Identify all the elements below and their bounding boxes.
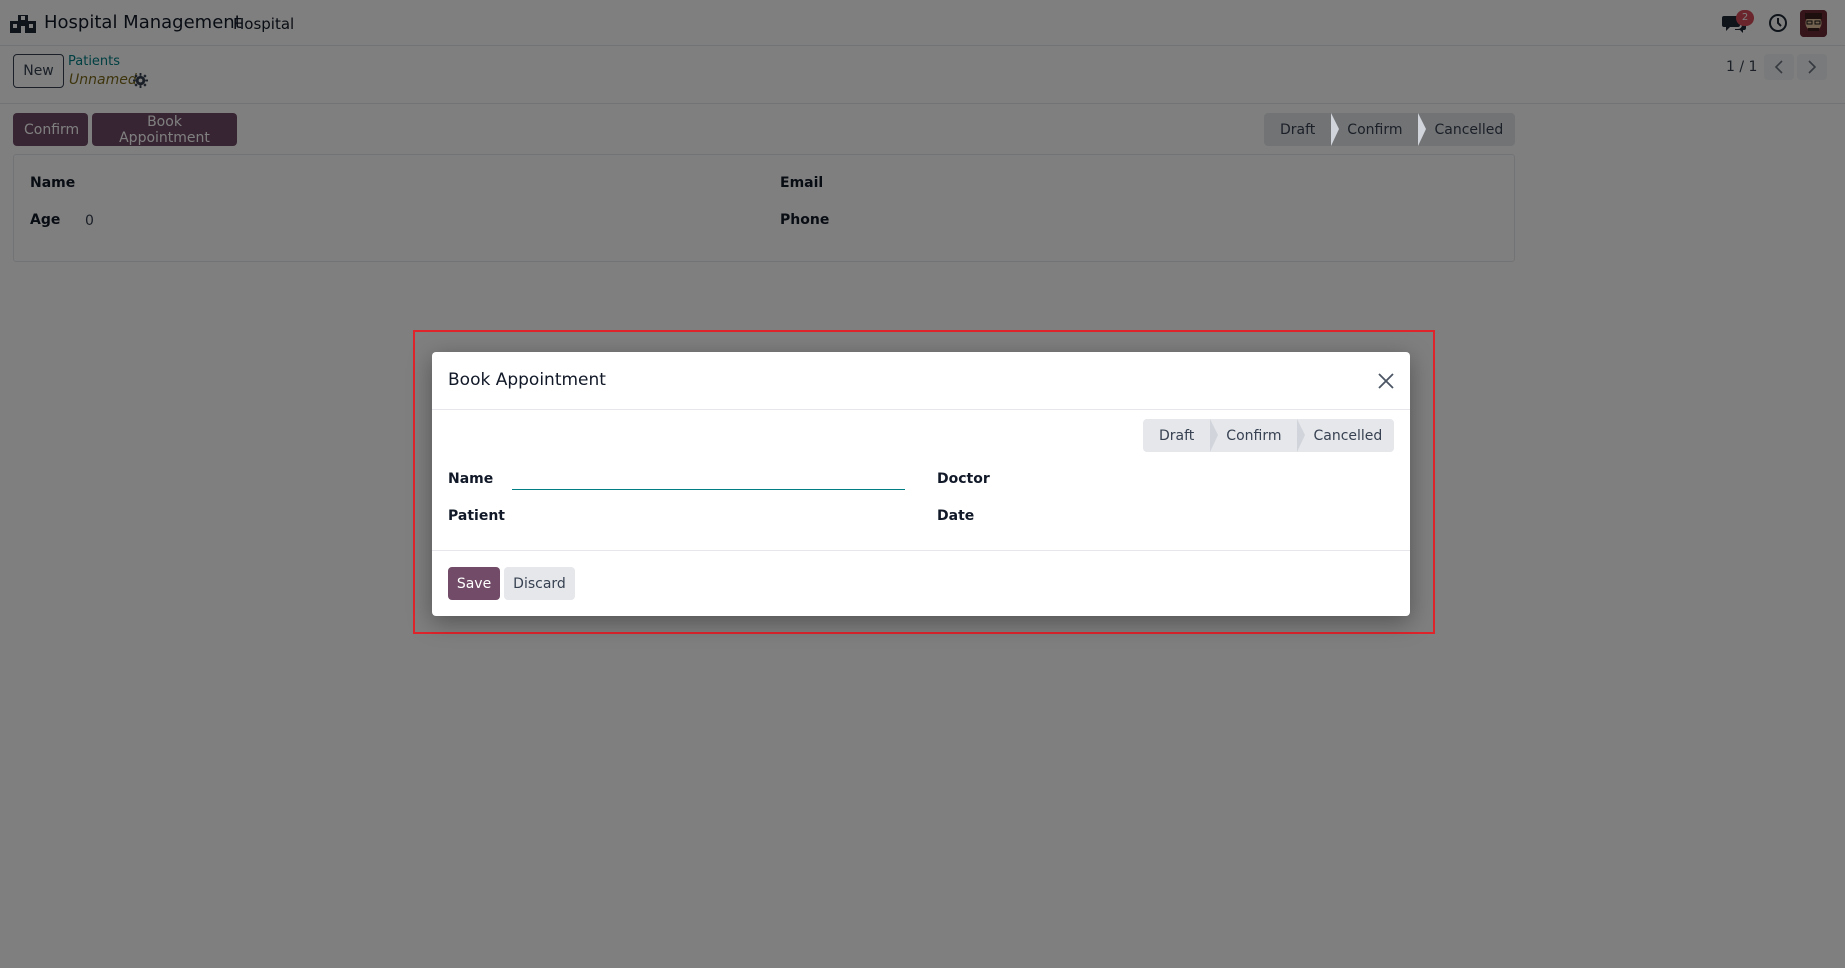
discard-button[interactable]: Discard: [504, 567, 575, 600]
dialog-doctor-label: Doctor: [937, 471, 990, 487]
save-button[interactable]: Save: [448, 567, 500, 600]
dialog-date-label: Date: [937, 508, 975, 524]
dialog-header: Book Appointment: [432, 352, 1410, 410]
dialog-name-label: Name: [448, 471, 494, 487]
dialog-status-stage-confirm[interactable]: Confirm: [1210, 419, 1306, 452]
dialog-status-bar: Draft Confirm Cancelled: [1143, 419, 1394, 452]
dialog-status-stage-cancelled[interactable]: Cancelled: [1297, 419, 1394, 452]
dialog-title: Book Appointment: [448, 370, 606, 390]
dialog-footer: Save Discard: [432, 550, 1410, 616]
dialog-status-stage-draft[interactable]: Draft: [1143, 419, 1219, 452]
dialog-name-input[interactable]: [512, 466, 905, 490]
close-icon[interactable]: [1376, 371, 1396, 391]
book-appointment-dialog: Book Appointment Draft Confirm Cancelled…: [432, 352, 1410, 616]
dialog-patient-label: Patient: [448, 508, 505, 524]
